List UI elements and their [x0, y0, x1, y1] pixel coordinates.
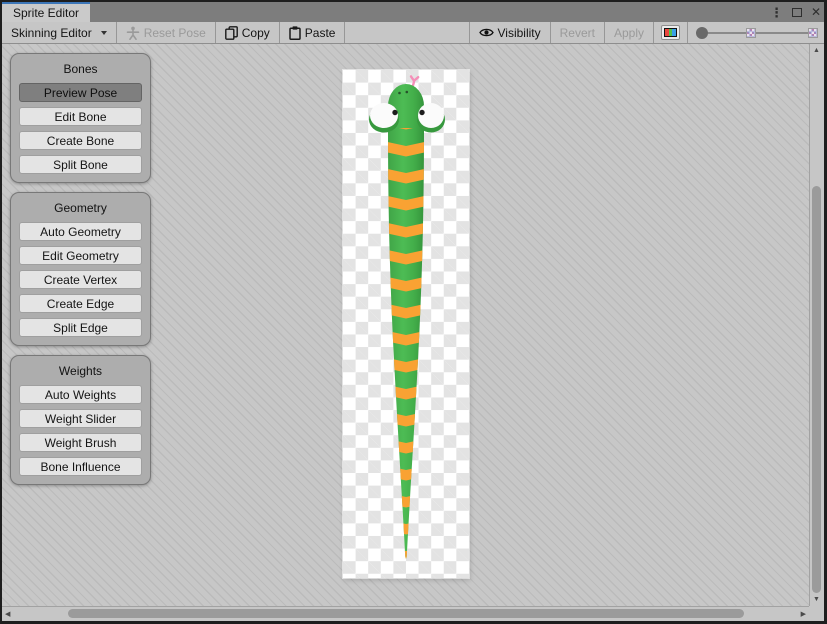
tab-sprite-editor[interactable]: Sprite Editor [2, 2, 90, 22]
scroll-down-arrow-icon[interactable]: ▼ [813, 596, 820, 603]
geometry-panel-title: Geometry [19, 201, 142, 215]
opacity-slider[interactable] [688, 27, 824, 39]
tab-label: Sprite Editor [13, 6, 79, 20]
horizontal-scrollbar[interactable]: ◀ ▶ [2, 606, 809, 621]
toolbar: Skinning Editor Reset Pose Copy Pa [2, 22, 824, 44]
sprite-canvas[interactable] [343, 70, 469, 578]
scroll-left-arrow-icon[interactable]: ◀ [5, 611, 10, 618]
skinning-editor-label: Skinning Editor [11, 26, 92, 40]
reset-pose-button[interactable]: Reset Pose [117, 22, 215, 43]
create-edge-button[interactable]: Create Edge [19, 294, 142, 313]
paste-button[interactable]: Paste [280, 22, 345, 43]
paste-icon [289, 26, 301, 40]
revert-button[interactable]: Revert [551, 22, 604, 43]
bone-influence-button[interactable]: Bone Influence [19, 457, 142, 476]
snake-nostril [398, 92, 401, 95]
slider-knob[interactable] [696, 27, 708, 39]
pattern-swatch-large-icon[interactable] [808, 28, 818, 38]
revert-label: Revert [560, 26, 595, 40]
toolbar-separator [344, 22, 345, 43]
apply-button[interactable]: Apply [605, 22, 653, 43]
weights-panel: Weights Auto Weights Weight Slider Weigh… [10, 355, 151, 485]
slider-track[interactable] [708, 32, 746, 34]
visibility-label: Visibility [498, 26, 541, 40]
visibility-button[interactable]: Visibility [470, 22, 550, 43]
color-overlay-button[interactable] [661, 25, 680, 40]
pattern-swatch-small-icon[interactable] [746, 28, 756, 38]
menu-kebab-icon[interactable]: ⋮ [770, 6, 783, 19]
snake-right-eye [418, 103, 444, 128]
snake-nostril [406, 91, 409, 94]
close-icon[interactable]: ✕ [811, 6, 821, 18]
slider-track[interactable] [756, 32, 808, 34]
reset-pose-label: Reset Pose [144, 26, 206, 40]
snake-left-pupil [392, 110, 397, 115]
weight-brush-button[interactable]: Weight Brush [19, 433, 142, 452]
snake-stripes [360, 128, 452, 573]
split-bone-button[interactable]: Split Bone [19, 155, 142, 174]
vertical-scrollbar[interactable]: ▲ ▼ [809, 44, 824, 606]
snake-left-eye [370, 103, 398, 128]
create-bone-button[interactable]: Create Bone [19, 131, 142, 150]
copy-button[interactable]: Copy [216, 22, 279, 43]
geometry-panel: Geometry Auto Geometry Edit Geometry Cre… [10, 192, 151, 346]
create-vertex-button[interactable]: Create Vertex [19, 270, 142, 289]
chevron-down-icon [101, 31, 107, 35]
skinning-editor-dropdown[interactable]: Skinning Editor [2, 22, 116, 43]
horizontal-scroll-thumb[interactable] [68, 609, 744, 618]
split-edge-button[interactable]: Split Edge [19, 318, 142, 337]
auto-geometry-button[interactable]: Auto Geometry [19, 222, 142, 241]
window-controls: ⋮ ✕ [770, 2, 821, 22]
editor-viewport[interactable]: Bones Preview Pose Edit Bone Create Bone… [2, 44, 809, 606]
edit-bone-button[interactable]: Edit Bone [19, 107, 142, 126]
bones-panel: Bones Preview Pose Edit Bone Create Bone… [10, 53, 151, 183]
weights-panel-title: Weights [19, 364, 142, 378]
scroll-right-arrow-icon[interactable]: ▶ [801, 611, 806, 618]
reset-pose-icon [126, 26, 140, 40]
scrollbar-corner [809, 606, 824, 621]
edit-geometry-button[interactable]: Edit Geometry [19, 246, 142, 265]
snake-sprite [343, 70, 469, 578]
paste-label: Paste [305, 26, 336, 40]
preview-pose-button[interactable]: Preview Pose [19, 83, 142, 102]
rgb-swatch-icon [664, 28, 677, 37]
apply-label: Apply [614, 26, 644, 40]
toolbar-separator [653, 22, 654, 43]
titlebar: Sprite Editor ⋮ ✕ [2, 2, 824, 22]
auto-weights-button[interactable]: Auto Weights [19, 385, 142, 404]
eye-icon [479, 27, 494, 38]
sprite-editor-window: Sprite Editor ⋮ ✕ Skinning Editor Reset … [0, 0, 827, 624]
copy-icon [225, 26, 238, 40]
copy-label: Copy [242, 26, 270, 40]
snake-right-pupil [419, 110, 424, 115]
bones-panel-title: Bones [19, 62, 142, 76]
maximize-icon[interactable] [792, 8, 802, 17]
weight-slider-button[interactable]: Weight Slider [19, 409, 142, 428]
scroll-up-arrow-icon[interactable]: ▲ [813, 47, 820, 54]
vertical-scroll-thumb[interactable] [812, 186, 821, 593]
